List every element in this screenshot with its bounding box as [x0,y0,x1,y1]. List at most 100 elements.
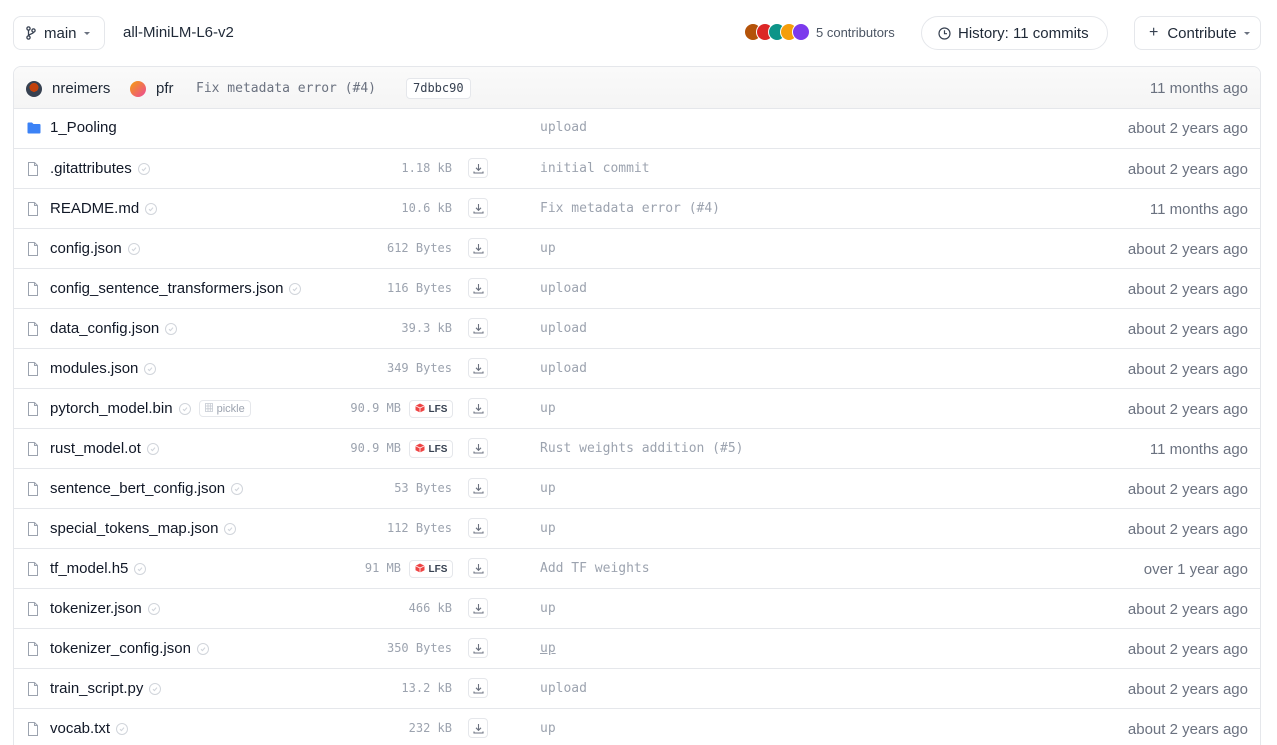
check-shield-icon[interactable] [289,282,302,295]
download-icon[interactable] [468,398,488,418]
download-icon[interactable] [468,238,488,258]
check-shield-icon[interactable] [134,562,147,575]
pickle-badge[interactable]: pickle [198,400,251,417]
file-commit-time: about 2 years ago [1127,361,1248,378]
file-name[interactable]: data_config.json [50,320,178,337]
file-row[interactable]: README.md 10.6 kB Fix metadata error (#4) 1… [14,188,1260,228]
check-shield-icon[interactable] [224,522,237,535]
contribute-button[interactable]: + Contribute [1134,16,1261,50]
download-icon[interactable] [468,318,488,338]
download-icon[interactable] [468,358,488,378]
file-row[interactable]: tokenizer_config.json 350 Bytes up about 2 … [14,628,1260,668]
file-commit-message[interactable]: upload [540,361,587,376]
file-commit-message[interactable]: up [540,601,556,616]
commit-author-nreimers[interactable]: nreimers [26,80,110,97]
file-commit-message[interactable]: up [540,241,556,256]
check-shield-icon[interactable] [147,602,160,615]
file-commit-message[interactable]: up [540,481,556,496]
download-icon[interactable] [468,478,488,498]
lfs-label: LFS [428,443,448,455]
folder-name[interactable]: 1_Pooling [50,119,117,136]
download-icon[interactable] [468,278,488,298]
file-row[interactable]: modules.json 349 Bytes upload about 2 years… [14,348,1260,388]
file-icon [27,602,39,621]
lfs-badge[interactable]: LFS [409,560,453,578]
file-commit-message[interactable]: upload [540,681,587,696]
file-icon [27,522,39,541]
file-size: 466 kB [408,601,452,615]
file-commit-message[interactable]: up [540,401,556,416]
repo-name[interactable]: all-MiniLM-L6-v2 [123,24,234,41]
file-commit-message[interactable]: up [540,641,556,656]
file-commit-message[interactable]: upload [540,321,587,336]
last-commit-message[interactable]: Fix metadata error (#4) [196,81,376,96]
check-shield-icon[interactable] [146,442,159,455]
file-name[interactable]: vocab.txt [50,720,129,737]
file-commit-message[interactable]: upload [540,281,587,296]
file-name[interactable]: modules.json [50,360,157,377]
check-shield-icon[interactable] [144,362,157,375]
download-icon[interactable] [468,638,488,658]
file-row[interactable]: config_sentence_transformers.json 116 Byt… [14,268,1260,308]
check-shield-icon[interactable] [127,242,140,255]
file-name[interactable]: config.json [50,240,140,257]
check-shield-icon[interactable] [165,322,178,335]
check-shield-icon[interactable] [178,402,191,415]
lfs-badge[interactable]: LFS [409,400,453,418]
lfs-badge[interactable]: LFS [409,440,453,458]
download-icon[interactable] [468,198,488,218]
history-button[interactable]: History: 11 commits [921,16,1108,50]
file-commit-message[interactable]: Add TF weights [540,561,650,576]
check-shield-icon[interactable] [145,202,158,215]
download-icon[interactable] [468,518,488,538]
file-commit-message[interactable]: initial commit [540,161,650,176]
file-row[interactable]: train_script.py 13.2 kB upload about 2 year… [14,668,1260,708]
check-shield-icon[interactable] [231,482,244,495]
file-size: 91 MB [364,561,401,575]
file-name[interactable]: sentence_bert_config.json [50,480,244,497]
download-icon[interactable] [468,678,488,698]
file-commit-message[interactable]: upload [540,120,587,135]
commit-author-pfr[interactable]: pfr [130,80,174,97]
contributors-link[interactable]: 5 contributors [744,23,895,41]
file-name[interactable]: .gitattributes [50,160,150,177]
file-row[interactable]: config.json 612 Bytes up about 2 years ago [14,228,1260,268]
check-shield-icon[interactable] [137,162,150,175]
file-name[interactable]: special_tokens_map.json [50,520,237,537]
file-row[interactable]: vocab.txt 232 kB up about 2 years ago [14,708,1260,745]
file-commit-time: about 2 years ago [1127,481,1248,498]
folder-row[interactable]: 1_Pooling upload about 2 years ago [14,108,1260,148]
file-name[interactable]: README.md [50,200,158,217]
file-row[interactable]: tf_model.h5 91 MB LFS Add TF weights over 1 … [14,548,1260,588]
file-row[interactable]: tokenizer.json 466 kB up about 2 years ago [14,588,1260,628]
file-name[interactable]: tokenizer_config.json [50,640,209,657]
download-icon[interactable] [468,558,488,578]
file-commit-message[interactable]: Fix metadata error (#4) [540,201,720,216]
check-shield-icon[interactable] [149,682,162,695]
file-name[interactable]: tokenizer.json [50,600,160,617]
file-name[interactable]: config_sentence_transformers.json [50,280,302,297]
file-commit-message[interactable]: up [540,521,556,536]
file-name[interactable]: pytorch_model.bin pickle [50,400,251,417]
file-name[interactable]: rust_model.ot [50,440,159,457]
download-icon[interactable] [468,598,488,618]
file-row[interactable]: special_tokens_map.json 112 Bytes up about … [14,508,1260,548]
file-name[interactable]: tf_model.h5 [50,560,147,577]
file-commit-message[interactable]: up [540,721,556,736]
download-icon[interactable] [468,158,488,178]
file-row[interactable]: rust_model.ot 90.9 MB LFS Rust weights addi… [14,428,1260,468]
commit-sha[interactable]: 7dbbc90 [406,78,471,99]
file-row[interactable]: data_config.json 39.3 kB upload about 2 yea… [14,308,1260,348]
file-row[interactable]: sentence_bert_config.json 53 Bytes up about… [14,468,1260,508]
file-row[interactable]: pytorch_model.bin pickle 90.9 MB LFS up about… [14,388,1260,428]
download-icon[interactable] [468,438,488,458]
branch-selector-button[interactable]: main [13,16,105,50]
check-shield-icon[interactable] [196,642,209,655]
file-row[interactable]: .gitattributes 1.18 kB initial commit about… [14,148,1260,188]
check-shield-icon[interactable] [116,722,129,735]
file-commit-message[interactable]: Rust weights addition (#5) [540,441,744,456]
file-name[interactable]: train_script.py [50,680,162,697]
file-list: 1_Pooling upload about 2 years ago .gitattr… [14,108,1260,745]
file-commit-time: about 2 years ago [1127,521,1248,538]
download-icon[interactable] [468,718,488,738]
